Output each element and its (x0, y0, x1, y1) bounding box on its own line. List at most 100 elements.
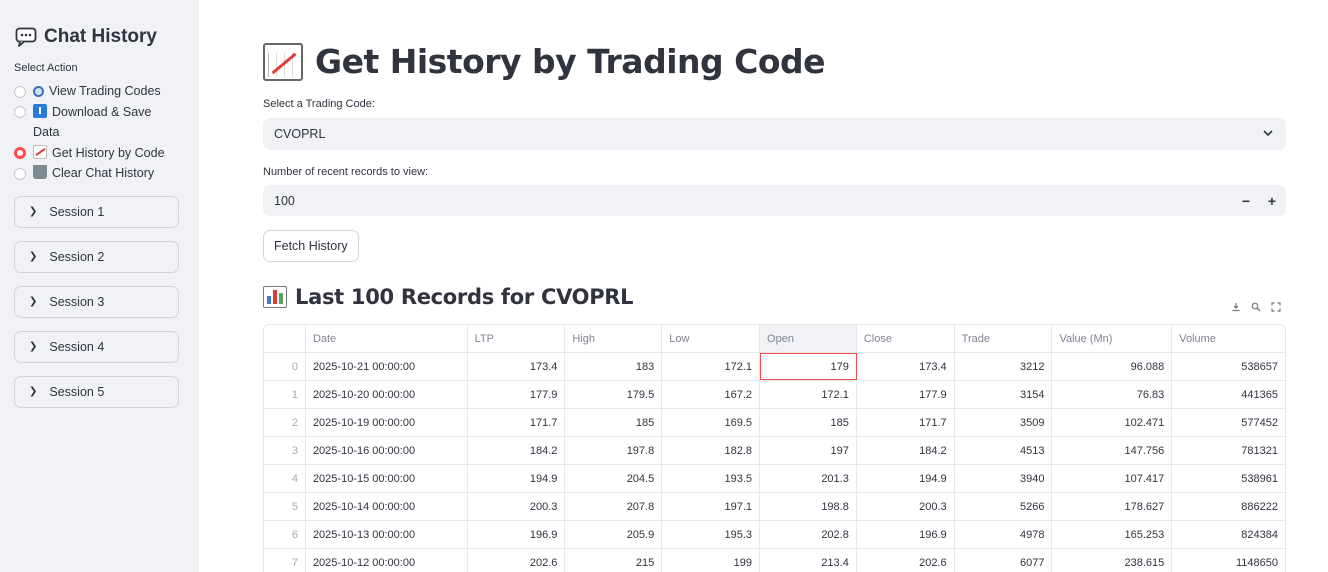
table-cell[interactable]: 185 (565, 409, 663, 436)
table-row[interactable]: 0 2025-10-21 00:00:00 173.4 183 172.1 179 173.… (264, 353, 1285, 381)
decrement-button[interactable]: − (1233, 185, 1259, 216)
table-cell[interactable]: 2025-10-16 00:00:00 (306, 437, 468, 464)
header-cell[interactable]: Close (856, 325, 955, 352)
table-cell[interactable]: 184.2 (857, 437, 955, 464)
table-cell[interactable]: 182.8 (662, 437, 761, 464)
radio-view-trading-codes[interactable]: View Trading Codes (14, 81, 185, 102)
header-cell[interactable]: LTP (467, 325, 566, 352)
table-cell[interactable]: 177.9 (857, 381, 955, 408)
table-cell[interactable]: 169.5 (662, 409, 761, 436)
records-count-input[interactable]: 100 − + (263, 185, 1286, 216)
table-cell[interactable]: 5266 (955, 493, 1053, 520)
radio-circle-checked[interactable] (14, 147, 26, 159)
header-cell[interactable]: Open (760, 325, 857, 352)
table-row[interactable]: 3 2025-10-16 00:00:00 184.2 197.8 182.8 197 18… (264, 437, 1285, 465)
table-cell[interactable]: 538961 (1172, 465, 1285, 492)
table-cell[interactable]: 538657 (1172, 353, 1285, 380)
table-cell[interactable]: 165.253 (1052, 521, 1173, 548)
table-cell[interactable]: 76.83 (1052, 381, 1173, 408)
radio-download-save[interactable]: Download & Save Data (14, 102, 185, 143)
row-index-cell[interactable]: 4 (264, 465, 306, 492)
table-cell[interactable]: 781321 (1172, 437, 1285, 464)
table-cell[interactable]: 204.5 (565, 465, 663, 492)
table-cell[interactable]: 6077 (955, 549, 1053, 572)
table-cell[interactable]: 107.417 (1052, 465, 1173, 492)
table-cell[interactable]: 173.4 (468, 353, 566, 380)
table-cell[interactable]: 3509 (955, 409, 1053, 436)
download-icon[interactable] (1231, 302, 1241, 315)
table-cell[interactable]: 185 (760, 409, 857, 436)
table-cell[interactable]: 3940 (955, 465, 1053, 492)
table-cell[interactable]: 96.088 (1052, 353, 1173, 380)
history-table[interactable]: Date LTP High Low Open Close Trade Value… (263, 324, 1286, 572)
radio-circle[interactable] (14, 106, 26, 118)
table-row[interactable]: 5 2025-10-14 00:00:00 200.3 207.8 197.1 198.8… (264, 493, 1285, 521)
table-row[interactable]: 2 2025-10-19 00:00:00 171.7 185 169.5 185 171.… (264, 409, 1285, 437)
header-cell[interactable]: High (565, 325, 663, 352)
table-cell[interactable]: 213.4 (760, 549, 857, 572)
table-cell[interactable]: 102.471 (1052, 409, 1173, 436)
table-cell[interactable]: 147.756 (1052, 437, 1173, 464)
session-expander-2[interactable]: ❯ Session 2 (14, 240, 179, 273)
session-expander-3[interactable]: ❯ Session 3 (14, 285, 179, 318)
table-row[interactable]: 4 2025-10-15 00:00:00 194.9 204.5 193.5 201.3… (264, 465, 1285, 493)
table-cell[interactable]: 195.3 (662, 521, 761, 548)
header-cell[interactable]: Value (Mn) (1052, 325, 1173, 352)
table-cell[interactable]: 886222 (1172, 493, 1285, 520)
session-expander-5[interactable]: ❯ Session 5 (14, 375, 179, 408)
table-cell[interactable]: 197 (760, 437, 857, 464)
table-cell[interactable]: 171.7 (468, 409, 566, 436)
header-cell[interactable]: Date (305, 325, 468, 352)
table-cell[interactable]: 171.7 (857, 409, 955, 436)
table-cell[interactable]: 441365 (1172, 381, 1285, 408)
table-cell[interactable]: 172.1 (662, 353, 761, 380)
table-cell[interactable]: 2025-10-13 00:00:00 (306, 521, 468, 548)
radio-circle[interactable] (14, 167, 26, 180)
table-cell[interactable]: 2025-10-14 00:00:00 (306, 493, 468, 520)
table-cell[interactable]: 167.2 (662, 381, 761, 408)
radio-get-history[interactable]: Get History by Code (14, 143, 185, 164)
table-cell[interactable]: 194.9 (857, 465, 955, 492)
fullscreen-icon[interactable] (1271, 301, 1281, 315)
table-cell[interactable]: 2025-10-20 00:00:00 (306, 381, 468, 408)
table-cell[interactable]: 179.5 (565, 381, 663, 408)
table-cell[interactable]: 3154 (955, 381, 1053, 408)
row-index-cell[interactable]: 6 (264, 521, 306, 548)
row-index-cell[interactable]: 5 (264, 493, 306, 520)
table-cell[interactable]: 193.5 (662, 465, 761, 492)
increment-button[interactable]: + (1259, 185, 1285, 216)
table-cell[interactable]: 198.8 (760, 493, 857, 520)
table-cell[interactable]: 199 (662, 549, 761, 572)
table-cell[interactable]: 177.9 (468, 381, 566, 408)
table-cell[interactable]: 2025-10-21 00:00:00 (306, 353, 468, 380)
table-cell[interactable]: 2025-10-19 00:00:00 (306, 409, 468, 436)
table-cell[interactable]: 194.9 (468, 465, 566, 492)
table-cell[interactable]: 2025-10-12 00:00:00 (306, 549, 468, 572)
radio-circle[interactable] (14, 85, 26, 98)
table-cell[interactable]: 2025-10-15 00:00:00 (306, 465, 468, 492)
table-row[interactable]: 1 2025-10-20 00:00:00 177.9 179.5 167.2 172.1… (264, 381, 1285, 409)
row-index-cell[interactable]: 7 (264, 549, 306, 572)
table-cell[interactable]: 197.8 (565, 437, 663, 464)
table-cell[interactable]: 197.1 (662, 493, 761, 520)
table-row[interactable]: 6 2025-10-13 00:00:00 196.9 205.9 195.3 202.8… (264, 521, 1285, 549)
table-cell[interactable]: 1148650 (1172, 549, 1285, 572)
table-cell[interactable]: 196.9 (468, 521, 566, 548)
table-cell[interactable]: 215 (565, 549, 663, 572)
table-cell[interactable]: 196.9 (857, 521, 955, 548)
table-cell[interactable]: 179 (760, 353, 857, 380)
search-icon[interactable] (1251, 302, 1261, 315)
header-cell[interactable]: Trade (954, 325, 1053, 352)
header-cell[interactable]: Low (662, 325, 761, 352)
table-cell[interactable]: 202.6 (857, 549, 955, 572)
table-cell[interactable]: 4978 (955, 521, 1053, 548)
table-cell[interactable]: 824384 (1172, 521, 1285, 548)
table-cell[interactable]: 207.8 (565, 493, 663, 520)
table-cell[interactable]: 4513 (955, 437, 1053, 464)
session-expander-1[interactable]: ❯ Session 1 (14, 195, 179, 228)
table-cell[interactable]: 173.4 (857, 353, 955, 380)
table-cell[interactable]: 3212 (955, 353, 1053, 380)
radio-clear-chat[interactable]: Clear Chat History (14, 163, 185, 184)
table-cell[interactable]: 200.3 (468, 493, 566, 520)
table-row[interactable]: 7 2025-10-12 00:00:00 202.6 215 199 213.4 202.… (264, 549, 1285, 572)
